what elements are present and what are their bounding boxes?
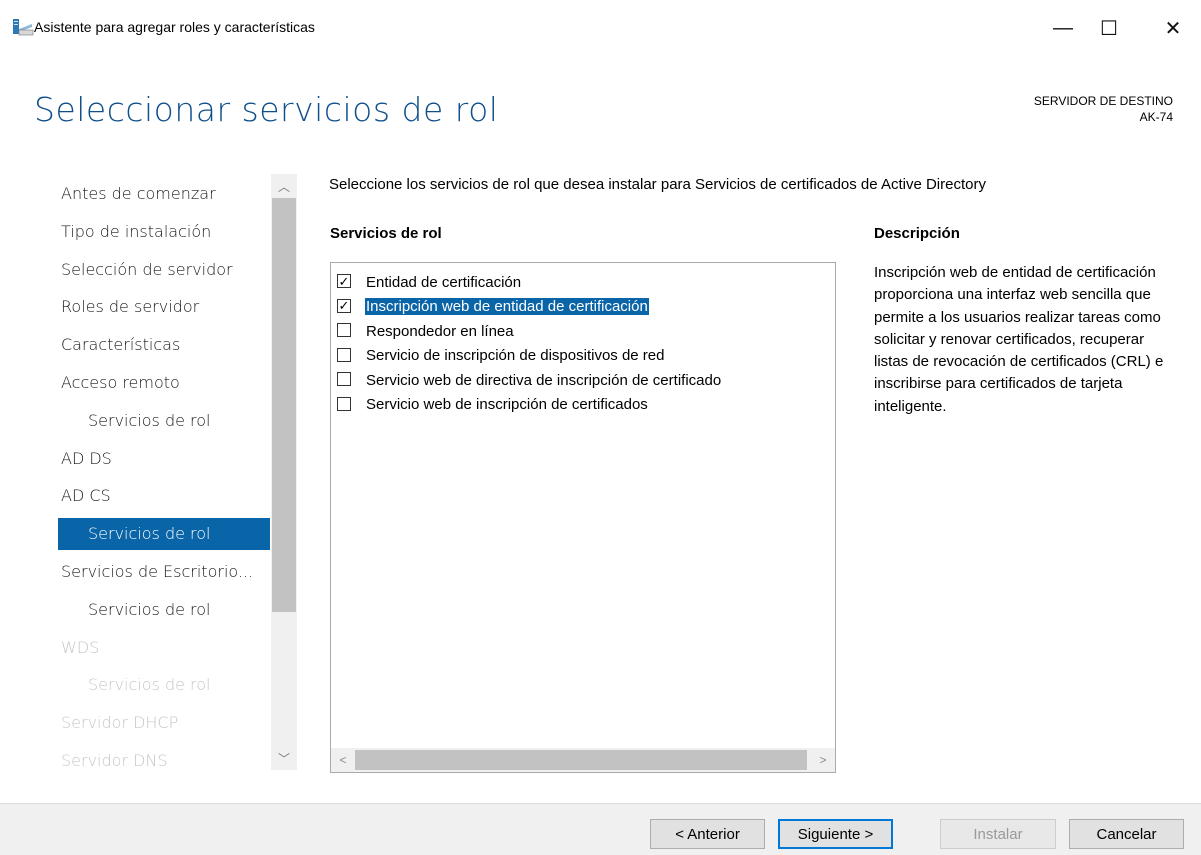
page-title: Seleccionar servicios de rol xyxy=(34,90,499,129)
nav-item[interactable]: AD DS xyxy=(58,443,270,475)
scroll-up-icon[interactable]: ︿ xyxy=(271,174,297,198)
nav-item[interactable]: Antes de comenzar xyxy=(58,178,270,210)
role-service-label[interactable]: Servicio de inscripción de dispositivos … xyxy=(365,347,665,364)
nav-item: Servidor DHCP xyxy=(61,713,179,733)
role-services-heading: Servicios de rol xyxy=(330,225,442,242)
role-service-item[interactable]: Servicio web de directiva de inscripción… xyxy=(337,369,722,391)
description-heading: Descripción xyxy=(874,225,960,242)
nav-item[interactable]: Selección de servidor xyxy=(58,254,270,286)
role-service-label[interactable]: Respondedor en línea xyxy=(365,323,515,340)
minimize-button[interactable]: — xyxy=(1040,10,1086,46)
nav-item[interactable]: Tipo de instalación xyxy=(58,216,270,248)
role-service-item[interactable]: Servicio web de inscripción de certifica… xyxy=(337,394,649,416)
destination-server-label: SERVIDOR DE DESTINO xyxy=(1033,94,1173,108)
minimize-icon: — xyxy=(1053,16,1073,39)
scroll-down-icon[interactable]: ﹀ xyxy=(271,746,297,770)
next-button[interactable]: Siguiente > xyxy=(778,819,893,849)
list-horizontal-scrollbar[interactable]: < > xyxy=(331,748,835,772)
close-icon: ✕ xyxy=(1164,17,1182,40)
cancel-button[interactable]: Cancelar xyxy=(1069,819,1184,849)
instructions-text: Seleccione los servicios de rol que dese… xyxy=(329,176,986,193)
role-service-item[interactable]: Servicio de inscripción de dispositivos … xyxy=(337,345,665,367)
checkbox[interactable] xyxy=(337,372,351,386)
nav-item[interactable]: Servicios de Escritorio... xyxy=(58,556,270,588)
destination-server-name: AK-74 xyxy=(1139,110,1173,124)
description-text: Inscripción web de entidad de certificac… xyxy=(874,264,1164,415)
checkmark-icon: ✓ xyxy=(338,273,350,289)
nav-item: Servidor DNS xyxy=(61,751,168,768)
role-service-item[interactable]: ✓ Entidad de certificación xyxy=(337,271,522,293)
list-scroll-thumb[interactable] xyxy=(355,750,807,770)
wizard-nav: Antes de comenzar Tipo de instalación Sele… xyxy=(58,178,270,768)
checkmark-icon: ✓ xyxy=(338,298,350,313)
nav-item[interactable]: Servicios de rol xyxy=(58,405,270,437)
nav-item[interactable]: Servicios de rol xyxy=(58,594,270,626)
checkbox[interactable]: ✓ xyxy=(337,274,351,288)
role-service-label[interactable]: Servicio web de inscripción de certifica… xyxy=(365,396,649,413)
role-service-label[interactable]: Servicio web de directiva de inscripción… xyxy=(365,372,722,389)
maximize-icon: ☐ xyxy=(1100,17,1118,40)
checkbox[interactable] xyxy=(337,347,351,362)
scroll-left-icon[interactable]: < xyxy=(331,748,355,772)
checkbox[interactable]: ✓ xyxy=(337,298,351,313)
role-service-item[interactable]: ✓ Inscripción web de entidad de certifica… xyxy=(337,296,649,318)
window-title: Asistente para agregar roles y caracterí… xyxy=(34,19,315,35)
nav-scrollbar[interactable]: ︿ ﹀ xyxy=(271,174,297,770)
checkbox[interactable] xyxy=(337,396,351,411)
nav-item: WDS xyxy=(61,637,100,657)
nav-item[interactable]: Acceso remoto xyxy=(58,367,270,399)
server-manager-icon xyxy=(12,18,34,36)
role-service-item[interactable]: Respondedor en línea xyxy=(337,320,515,342)
close-button[interactable]: ✕ xyxy=(1150,10,1196,46)
role-service-label[interactable]: Entidad de certificación xyxy=(365,274,522,291)
nav-scroll-thumb[interactable] xyxy=(272,198,296,612)
maximize-button[interactable]: ☐ xyxy=(1086,10,1132,46)
previous-button[interactable]: < Anterior xyxy=(650,819,765,849)
nav-item: Servicios de rol xyxy=(88,675,211,695)
nav-item[interactable]: Servicios de rol xyxy=(58,518,270,551)
nav-item[interactable]: Roles de servidor xyxy=(58,291,270,323)
install-button[interactable]: Instalar xyxy=(940,819,1056,849)
role-service-label[interactable]: Inscripción web de entidad de certificac… xyxy=(365,298,649,315)
scroll-right-icon[interactable]: > xyxy=(811,748,835,772)
nav-item[interactable]: Características xyxy=(58,329,270,361)
nav-item[interactable]: AD CS xyxy=(58,480,270,512)
role-services-list[interactable]: < > ✓ Entidad de certificación ✓ Inscripció… xyxy=(330,262,836,773)
checkbox[interactable] xyxy=(337,323,351,337)
